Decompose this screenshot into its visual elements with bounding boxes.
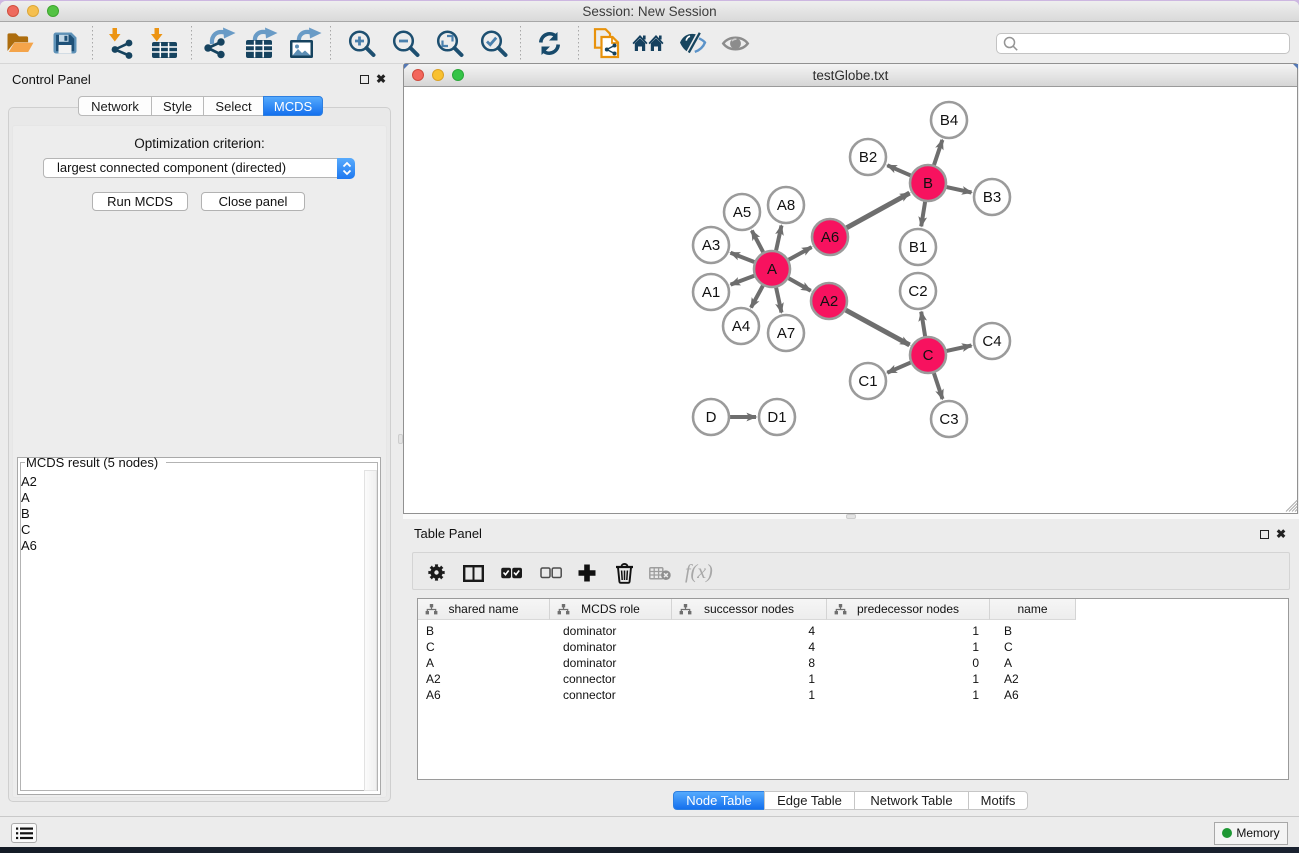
svg-text:D1: D1 — [767, 409, 786, 426]
svg-text:A5: A5 — [733, 204, 751, 221]
svg-text:A1: A1 — [702, 284, 720, 301]
svg-text:A: A — [767, 261, 777, 278]
svg-text:A7: A7 — [777, 325, 795, 342]
svg-text:C2: C2 — [908, 283, 927, 300]
svg-text:B1: B1 — [909, 239, 927, 256]
svg-text:C1: C1 — [858, 373, 877, 390]
svg-text:C: C — [923, 347, 934, 364]
svg-text:B2: B2 — [859, 149, 877, 166]
svg-text:B: B — [923, 175, 933, 192]
svg-text:A6: A6 — [821, 229, 839, 246]
svg-text:C3: C3 — [939, 411, 958, 428]
svg-text:D: D — [706, 409, 717, 426]
svg-text:A3: A3 — [702, 237, 720, 254]
svg-text:B4: B4 — [940, 112, 958, 129]
svg-text:A8: A8 — [777, 197, 795, 214]
svg-text:B3: B3 — [983, 189, 1001, 206]
svg-text:A2: A2 — [820, 293, 838, 310]
svg-text:A4: A4 — [732, 318, 750, 335]
svg-text:C4: C4 — [982, 333, 1001, 350]
